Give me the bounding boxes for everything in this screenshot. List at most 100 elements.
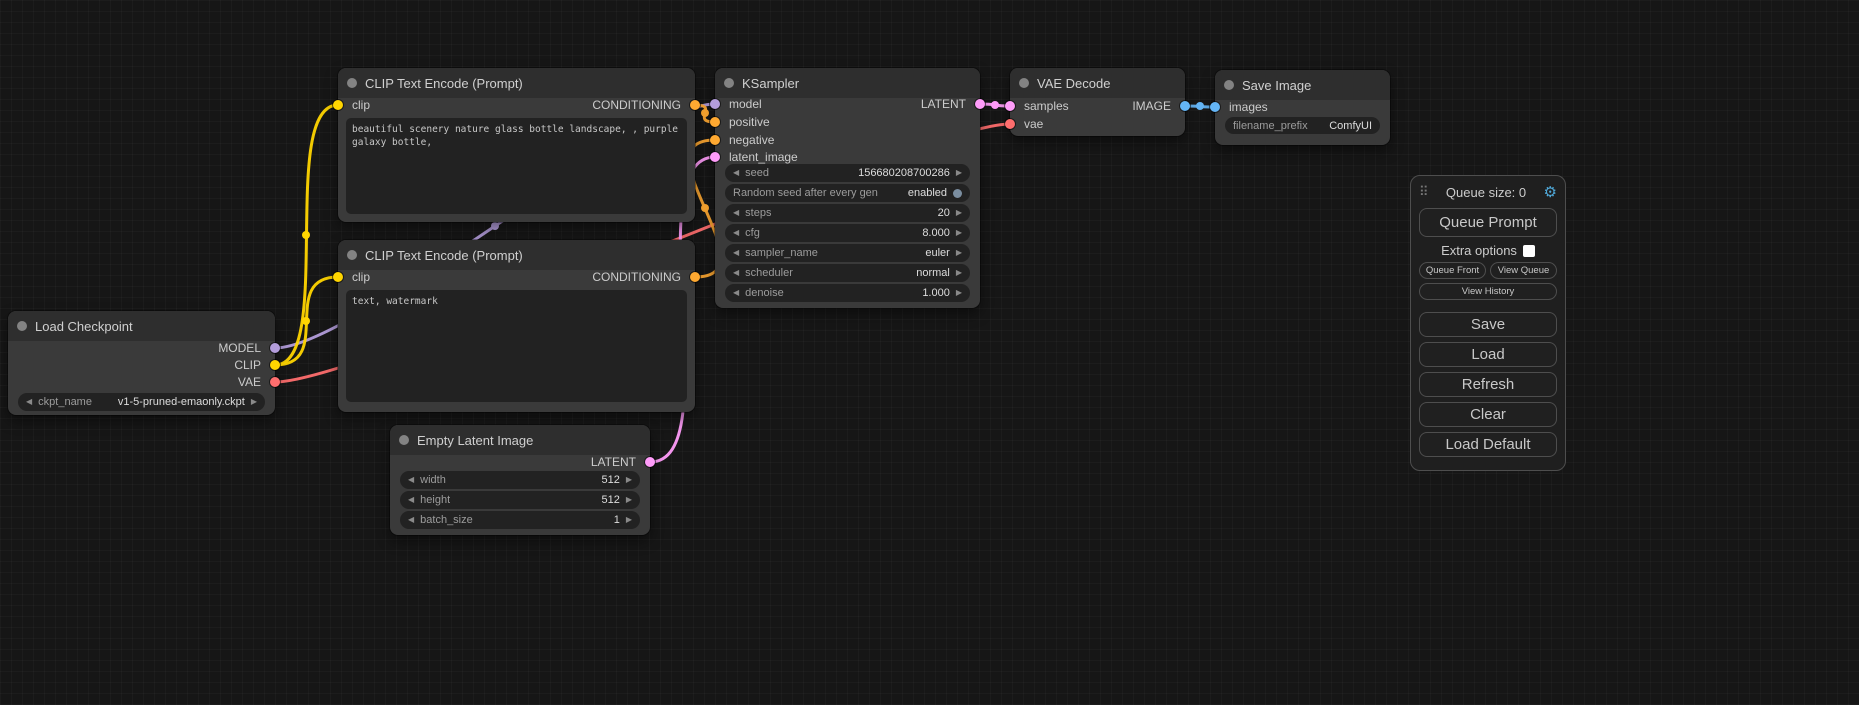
node-ksampler[interactable]: KSampler model positive negative latent_…	[715, 68, 980, 308]
prev-arrow-icon[interactable]: ◀	[733, 169, 739, 177]
node-header[interactable]: Load Checkpoint	[8, 311, 275, 341]
output-port-image[interactable]	[1180, 101, 1190, 111]
input-slot-label-model: model	[729, 96, 762, 112]
prev-arrow-icon[interactable]: ◀	[408, 516, 414, 524]
widget-label: batch_size	[420, 514, 473, 526]
collapse-dot-icon[interactable]	[347, 250, 357, 260]
next-arrow-icon[interactable]: ▶	[626, 496, 632, 504]
widget-sampler-name[interactable]: ◀ sampler_name euler ▶	[725, 244, 970, 262]
widget-steps[interactable]: ◀ steps 20 ▶	[725, 204, 970, 222]
drag-handle-icon[interactable]: ⠿	[1419, 184, 1429, 200]
node-header[interactable]: CLIP Text Encode (Prompt)	[338, 68, 695, 98]
widget-value: 512	[601, 474, 619, 486]
prev-arrow-icon[interactable]: ◀	[733, 229, 739, 237]
node-vae-decode[interactable]: VAE Decode samples vae IMAGE	[1010, 68, 1185, 136]
widget-filename-prefix[interactable]: filename_prefix ComfyUI	[1225, 117, 1380, 134]
next-arrow-icon[interactable]: ▶	[251, 398, 257, 406]
node-header[interactable]: CLIP Text Encode (Prompt)	[338, 240, 695, 270]
wire-midpoint-dot	[701, 109, 709, 117]
input-port-clip[interactable]	[333, 100, 343, 110]
input-port-negative[interactable]	[710, 135, 720, 145]
collapse-dot-icon[interactable]	[347, 78, 357, 88]
output-port-latent[interactable]	[645, 457, 655, 467]
node-empty-latent-image[interactable]: Empty Latent Image LATENT ◀ width 512 ▶ …	[390, 425, 650, 535]
node-load-checkpoint[interactable]: Load Checkpoint MODEL CLIP VAE ◀ ckpt_na…	[8, 311, 275, 415]
node-title: Save Image	[1242, 78, 1311, 93]
view-history-button[interactable]: View History	[1419, 283, 1557, 300]
wire-midpoint-dot	[1196, 102, 1204, 110]
widget-cfg[interactable]: ◀ cfg 8.000 ▶	[725, 224, 970, 242]
collapse-dot-icon[interactable]	[1019, 78, 1029, 88]
node-header[interactable]: Save Image	[1215, 70, 1390, 100]
node-header[interactable]: VAE Decode	[1010, 68, 1185, 98]
next-arrow-icon[interactable]: ▶	[956, 229, 962, 237]
collapse-dot-icon[interactable]	[17, 321, 27, 331]
graph-canvas[interactable]: Load Checkpoint MODEL CLIP VAE ◀ ckpt_na…	[0, 0, 1859, 705]
input-port-model[interactable]	[710, 99, 720, 109]
widget-seed[interactable]: ◀ seed 156680208700286 ▶	[725, 164, 970, 182]
widget-ckpt-name[interactable]: ◀ ckpt_name v1-5-pruned-emaonly.ckpt ▶	[18, 393, 265, 411]
widget-height[interactable]: ◀ height 512 ▶	[400, 491, 640, 509]
widget-label: sampler_name	[745, 247, 818, 259]
prev-arrow-icon[interactable]: ◀	[408, 476, 414, 484]
output-port-vae[interactable]	[270, 377, 280, 387]
load-default-button[interactable]: Load Default	[1419, 432, 1557, 457]
node-header[interactable]: KSampler	[715, 68, 980, 98]
next-arrow-icon[interactable]: ▶	[956, 249, 962, 257]
save-button[interactable]: Save	[1419, 312, 1557, 337]
input-port-latent-image[interactable]	[710, 152, 720, 162]
next-arrow-icon[interactable]: ▶	[956, 289, 962, 297]
wire-midpoint-dot	[491, 222, 499, 230]
view-queue-button[interactable]: View Queue	[1490, 262, 1557, 279]
input-port-vae[interactable]	[1005, 119, 1015, 129]
collapse-dot-icon[interactable]	[1224, 80, 1234, 90]
clear-button[interactable]: Clear	[1419, 402, 1557, 427]
next-arrow-icon[interactable]: ▶	[956, 209, 962, 217]
prev-arrow-icon[interactable]: ◀	[733, 249, 739, 257]
output-port-model[interactable]	[270, 343, 280, 353]
node-clip-text-encode-negative[interactable]: CLIP Text Encode (Prompt) clip CONDITION…	[338, 240, 695, 412]
output-slot-label-conditioning: CONDITIONING	[592, 97, 681, 113]
prompt-textarea[interactable]: text, watermark	[346, 290, 687, 402]
output-port-latent[interactable]	[975, 99, 985, 109]
widget-scheduler[interactable]: ◀ scheduler normal ▶	[725, 264, 970, 282]
widget-value: ComfyUI	[1329, 120, 1372, 132]
prev-arrow-icon[interactable]: ◀	[733, 289, 739, 297]
queue-buttons-row: Queue Front View Queue	[1419, 262, 1557, 279]
widget-width[interactable]: ◀ width 512 ▶	[400, 471, 640, 489]
node-header[interactable]: Empty Latent Image	[390, 425, 650, 455]
node-clip-text-encode-positive[interactable]: CLIP Text Encode (Prompt) clip CONDITION…	[338, 68, 695, 222]
next-arrow-icon[interactable]: ▶	[956, 169, 962, 177]
queue-front-button[interactable]: Queue Front	[1419, 262, 1486, 279]
input-port-samples[interactable]	[1005, 101, 1015, 111]
next-arrow-icon[interactable]: ▶	[626, 476, 632, 484]
input-port-positive[interactable]	[710, 117, 720, 127]
next-arrow-icon[interactable]: ▶	[626, 516, 632, 524]
output-port-conditioning[interactable]	[690, 272, 700, 282]
settings-gear-icon[interactable]: ⚙	[1544, 183, 1557, 201]
prev-arrow-icon[interactable]: ◀	[733, 209, 739, 217]
node-save-image[interactable]: Save Image images filename_prefix ComfyU…	[1215, 70, 1390, 145]
widget-batch-size[interactable]: ◀ batch_size 1 ▶	[400, 511, 640, 529]
prev-arrow-icon[interactable]: ◀	[26, 398, 32, 406]
output-port-clip[interactable]	[270, 360, 280, 370]
next-arrow-icon[interactable]: ▶	[956, 269, 962, 277]
refresh-button[interactable]: Refresh	[1419, 372, 1557, 397]
prompt-textarea[interactable]: beautiful scenery nature glass bottle la…	[346, 118, 687, 214]
widget-value: 156680208700286	[858, 167, 950, 179]
widget-label: filename_prefix	[1233, 120, 1308, 132]
input-port-images[interactable]	[1210, 102, 1220, 112]
collapse-dot-icon[interactable]	[724, 78, 734, 88]
widget-denoise[interactable]: ◀ denoise 1.000 ▶	[725, 284, 970, 302]
input-port-clip[interactable]	[333, 272, 343, 282]
widget-value: 1	[614, 514, 620, 526]
output-port-conditioning[interactable]	[690, 100, 700, 110]
prev-arrow-icon[interactable]: ◀	[408, 496, 414, 504]
queue-prompt-button[interactable]: Queue Prompt	[1419, 208, 1557, 237]
collapse-dot-icon[interactable]	[399, 435, 409, 445]
widget-value: 512	[601, 494, 619, 506]
prev-arrow-icon[interactable]: ◀	[733, 269, 739, 277]
extra-options-checkbox[interactable]	[1523, 245, 1535, 257]
load-button[interactable]: Load	[1419, 342, 1557, 367]
widget-random-seed[interactable]: Random seed after every gen enabled	[725, 184, 970, 202]
